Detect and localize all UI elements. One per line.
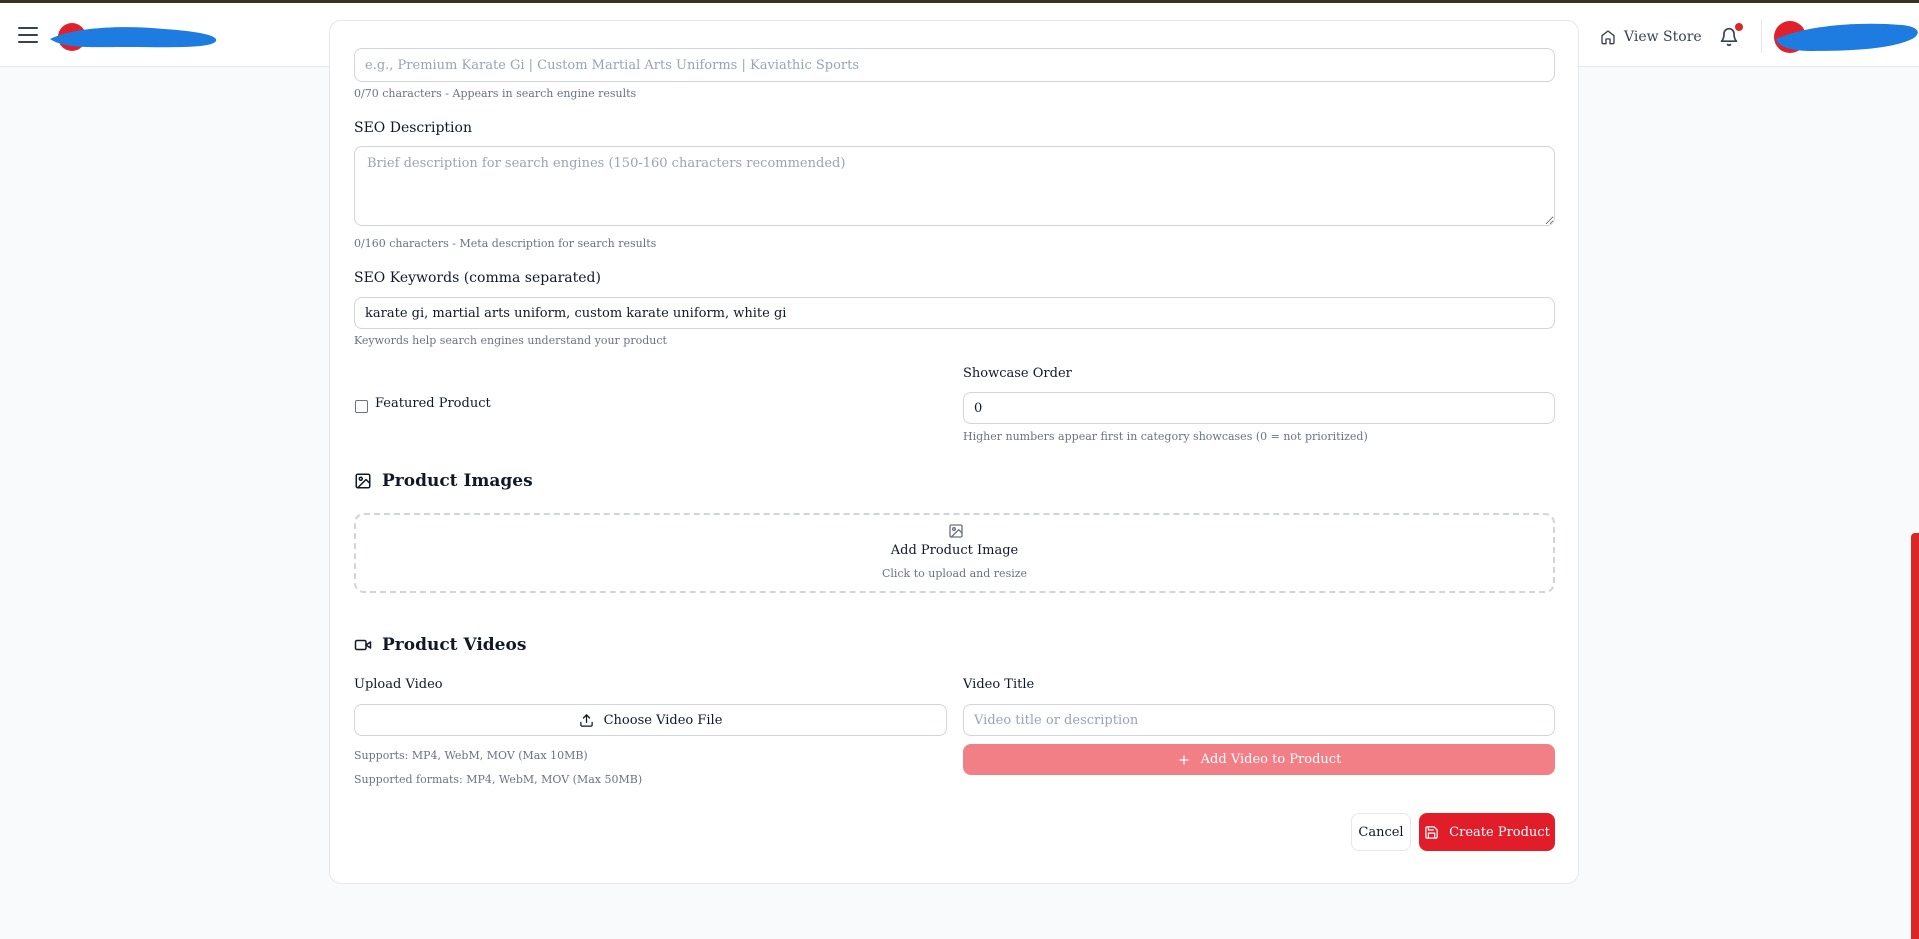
- video-supports-hint: Supports: MP4, WebM, MOV (Max 10MB): [354, 749, 588, 762]
- notifications-button[interactable]: [1719, 23, 1743, 49]
- image-upload-icon: [949, 524, 963, 538]
- video-icon: [354, 639, 372, 651]
- notification-dot: [1735, 23, 1743, 31]
- menu-button[interactable]: [18, 27, 38, 43]
- add-product-image-dropzone[interactable]: Add Product Image Click to upload and re…: [354, 513, 1555, 593]
- add-video-to-product-button[interactable]: Add Video to Product: [963, 744, 1555, 775]
- page-scrollbar-thumb[interactable]: [1911, 533, 1919, 939]
- add-product-image-label: Add Product Image: [890, 543, 1019, 558]
- product-images-heading: Product Images: [354, 471, 533, 491]
- featured-product-checkbox[interactable]: [355, 400, 368, 413]
- create-product-button[interactable]: Create Product: [1419, 813, 1555, 851]
- cancel-label: Cancel: [1358, 824, 1404, 840]
- product-videos-heading: Product Videos: [354, 635, 526, 655]
- video-title-label: Video Title: [963, 677, 1035, 692]
- plus-icon: [1178, 754, 1189, 765]
- featured-product-label: Featured Product: [375, 396, 491, 411]
- seo-title-hint: 0/70 characters - Appears in search engi…: [354, 87, 637, 100]
- header-divider: [1761, 19, 1762, 53]
- create-product-label: Create Product: [1449, 824, 1550, 840]
- video-formats-hint: Supported formats: MP4, WebM, MOV (Max 5…: [354, 773, 643, 786]
- seo-keywords-input[interactable]: [354, 297, 1555, 329]
- add-video-to-product-label: Add Video to Product: [1200, 752, 1342, 767]
- seo-keywords-label: SEO Keywords (comma separated): [354, 270, 601, 286]
- seo-title-input[interactable]: [354, 48, 1555, 82]
- view-store-label: View Store: [1624, 29, 1702, 45]
- product-form-card: 0/70 characters - Appears in search engi…: [329, 20, 1579, 884]
- view-store-link[interactable]: View Store: [1600, 24, 1702, 50]
- upload-icon: [579, 713, 593, 727]
- choose-video-file-button[interactable]: Choose Video File: [354, 704, 947, 736]
- upload-video-label: Upload Video: [354, 677, 443, 692]
- home-icon: [1601, 30, 1615, 45]
- video-title-input[interactable]: [963, 704, 1555, 736]
- showcase-order-input[interactable]: [963, 392, 1555, 424]
- save-icon: [1425, 825, 1438, 839]
- hamburger-icon: [18, 27, 38, 29]
- brand-logo[interactable]: [44, 17, 222, 57]
- showcase-order-label: Showcase Order: [963, 366, 1072, 381]
- choose-video-file-label: Choose Video File: [603, 712, 723, 728]
- showcase-order-hint: Higher numbers appear first in category …: [963, 430, 1368, 443]
- image-icon: [355, 473, 371, 489]
- seo-keywords-hint: Keywords help search engines understand …: [354, 334, 667, 347]
- seo-description-label: SEO Description: [354, 120, 472, 136]
- cancel-button[interactable]: Cancel: [1351, 813, 1411, 851]
- user-avatar-menu[interactable]: [1772, 15, 1919, 59]
- add-product-image-hint: Click to upload and resize: [881, 567, 1028, 580]
- product-videos-title: Product Videos: [382, 635, 527, 655]
- seo-description-textarea[interactable]: [354, 146, 1555, 226]
- product-images-title: Product Images: [382, 471, 533, 491]
- seo-description-hint: 0/160 characters - Meta description for …: [354, 237, 657, 250]
